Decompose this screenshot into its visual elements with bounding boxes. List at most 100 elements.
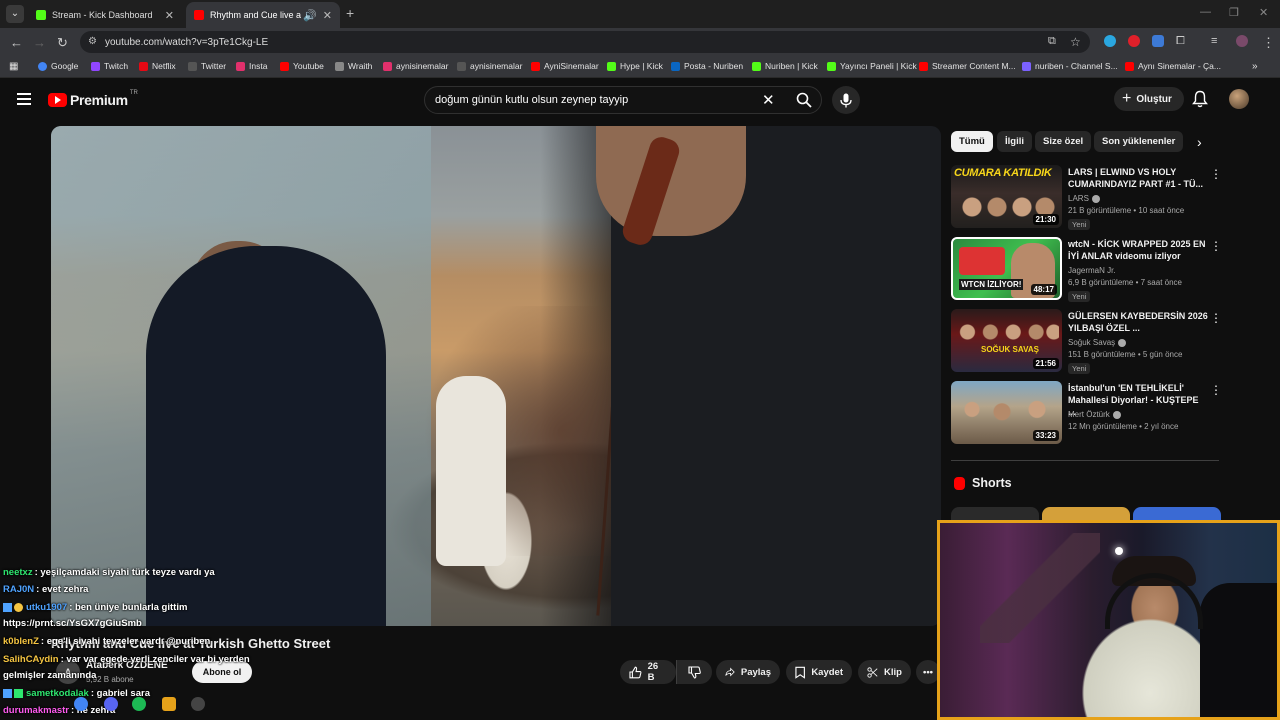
wraith-icon — [335, 61, 344, 71]
discord-icon[interactable] — [104, 697, 118, 711]
chevron-right-icon[interactable]: › — [1197, 134, 1202, 150]
clip-label: Klip — [884, 666, 902, 678]
bookmark-item[interactable]: Insta — [236, 61, 267, 71]
extensions-puzzle-icon[interactable]: ⧠ — [1176, 35, 1185, 48]
forward-icon[interactable]: → — [33, 35, 46, 50]
reload-icon[interactable]: ↻ — [57, 35, 68, 51]
tab-search-icon[interactable]: ⌄ — [6, 5, 24, 23]
video-thumbnail[interactable]: CUMARA KATILDIK 21:30 — [951, 165, 1062, 228]
instagram-icon — [383, 61, 392, 71]
like-button[interactable]: 26 B — [620, 660, 676, 684]
media-controls-icon[interactable]: ≡ — [1211, 35, 1217, 47]
new-tab-icon[interactable]: + — [346, 5, 354, 21]
kick-icon — [607, 61, 616, 71]
close-tab-icon[interactable]: ✕ — [165, 9, 174, 22]
new-badge: Yeni — [1068, 291, 1091, 302]
site-info-icon[interactable]: ⚙ — [88, 36, 97, 47]
bookmark-item[interactable]: Nuriben | Kick — [752, 61, 818, 71]
recommended-video[interactable]: 33:23 İstanbul'un 'EN TEHLİKELİ' Mahalle… — [951, 381, 1222, 445]
video-player[interactable] — [51, 126, 941, 626]
channel-name[interactable]: JagermaN Jr. — [1068, 266, 1116, 275]
address-bar[interactable]: ⚙ youtube.com/watch?v=3pTe1Ckg-LE — [80, 31, 1090, 53]
app-icon[interactable] — [191, 697, 205, 711]
microphone-icon — [840, 93, 852, 107]
bookmark-item[interactable]: Netflix — [139, 61, 176, 71]
bookmark-item[interactable]: Wraith — [335, 61, 372, 71]
chip-recent-uploads[interactable]: Son yüklenenler — [1094, 131, 1184, 152]
webcam-light — [1115, 547, 1123, 555]
create-button[interactable]: + Oluştur — [1114, 87, 1184, 111]
account-avatar[interactable] — [1229, 89, 1249, 109]
chat-message: gelmişler zamanında — [3, 670, 97, 681]
search-button[interactable] — [786, 86, 822, 114]
extension-icon[interactable] — [1128, 35, 1140, 47]
app-icon[interactable] — [162, 697, 176, 711]
more-vertical-icon[interactable]: ⋮ — [1210, 311, 1222, 325]
clear-search-icon[interactable]: ✕ — [762, 91, 775, 109]
bookmark-item[interactable]: Youtube — [280, 61, 324, 71]
channel-name[interactable]: LARS — [1068, 194, 1100, 203]
video-title[interactable]: wtcN - KİCK WRAPPED 2025 EN İYİ ANLAR vi… — [1068, 238, 1208, 262]
maximize-icon[interactable]: ❐ — [1229, 6, 1239, 19]
chrome-icon[interactable] — [74, 697, 88, 711]
more-bookmarks-icon[interactable]: » — [1252, 61, 1258, 72]
share-icon — [725, 667, 735, 677]
extension-icon[interactable] — [1104, 35, 1116, 47]
dislike-button[interactable] — [676, 660, 712, 684]
channel-name[interactable]: Soğuk Savaş — [1068, 338, 1127, 347]
youtube-premium-logo[interactable]: Premium TR — [48, 90, 138, 108]
video-thumbnail[interactable]: SOĞUK SAVAŞ 21:56 — [951, 309, 1062, 372]
browser-toolbar: ← → ↻ ⚙ youtube.com/watch?v=3pTe1Ckg-LE … — [0, 28, 1280, 56]
more-vertical-icon[interactable]: ⋮ — [1210, 383, 1222, 397]
bookmark-item[interactable]: aynisinemalar — [457, 61, 522, 71]
bookmark-item[interactable]: Yayıncı Paneli | Kick — [827, 61, 917, 71]
bookmark-item[interactable]: Streamer Content M... — [919, 61, 1016, 71]
bookmark-item[interactable]: AyniSinemalar — [531, 61, 599, 71]
more-vertical-icon[interactable]: ⋮ — [1210, 167, 1222, 181]
profile-icon[interactable] — [1236, 35, 1248, 47]
tab-kick-dashboard[interactable]: Stream - Kick Dashboard ✕ — [28, 2, 182, 28]
shield-extension-icon[interactable] — [1152, 35, 1164, 47]
save-button[interactable]: Kaydet — [786, 660, 852, 684]
recommended-video[interactable]: WTCN İZLİYOR! 48:17 wtcN - KİCK WRAPPED … — [951, 237, 1222, 302]
chip-related[interactable]: İlgili — [997, 131, 1032, 152]
speaker-icon[interactable]: 🔊 — [303, 9, 317, 22]
notifications-button[interactable] — [1192, 90, 1208, 113]
bookmark-item[interactable]: Google — [38, 61, 78, 71]
more-vertical-icon[interactable]: ⋮ — [1210, 239, 1222, 253]
chat-badge-icon — [3, 688, 12, 698]
recommended-video[interactable]: CUMARA KATILDIK 21:30 LARS | ELWIND VS H… — [951, 165, 1222, 230]
video-thumbnail[interactable]: 33:23 — [951, 381, 1062, 444]
chip-for-you[interactable]: Size özel — [1035, 131, 1092, 152]
back-icon[interactable]: ← — [10, 35, 23, 50]
channel-name[interactable]: Mert Öztürk — [1068, 410, 1121, 419]
cast-icon[interactable]: ⧉ — [1048, 35, 1056, 48]
minimize-icon[interactable]: — — [1200, 6, 1211, 18]
bookmark-item[interactable]: nuriben - Channel S... — [1022, 61, 1118, 71]
video-title[interactable]: LARS | ELWIND VS HOLY CUMARINDAYIZ PART … — [1068, 166, 1208, 190]
bookmark-item[interactable]: Posta - Nuriben — [671, 61, 743, 71]
clip-button[interactable]: Klip — [858, 660, 911, 684]
chip-all[interactable]: Tümü — [951, 131, 993, 152]
bookmark-star-icon[interactable]: ☆ — [1070, 35, 1081, 49]
video-title[interactable]: GÜLERSEN KAYBEDERSİN 2026 YILBAŞI ÖZEL .… — [1068, 310, 1208, 334]
webcam-chair — [1200, 583, 1277, 717]
video-thumbnail[interactable]: WTCN İZLİYOR! 48:17 — [951, 237, 1062, 300]
close-tab-icon[interactable]: ✕ — [323, 9, 332, 22]
bookmark-item[interactable]: Aynı Sinemalar - Ça... — [1125, 61, 1221, 71]
apps-grid-icon[interactable]: ▦ — [9, 61, 18, 72]
bookmark-item[interactable]: Twitch — [91, 61, 128, 71]
guide-menu-icon[interactable] — [17, 93, 31, 105]
spotify-icon[interactable] — [132, 697, 146, 711]
recommended-video[interactable]: SOĞUK SAVAŞ 21:56 GÜLERSEN KAYBEDERSİN 2… — [951, 309, 1222, 374]
browser-menu-icon[interactable]: ⋮ — [1262, 35, 1275, 51]
window-close-icon[interactable]: ✕ — [1259, 6, 1268, 19]
tab-youtube-video[interactable]: Rhythm and Cue live at Turk 🔊 ✕ — [186, 2, 340, 28]
bookmark-item[interactable]: Twitter — [188, 61, 226, 71]
share-button[interactable]: Paylaş — [716, 660, 780, 684]
bookmark-item[interactable]: Hype | Kick — [607, 61, 663, 71]
chat-message: SalihCAydin: var var egede yerli zencile… — [3, 654, 250, 665]
voice-search-button[interactable] — [832, 86, 860, 114]
bookmark-item[interactable]: aynisinemalar — [383, 61, 448, 71]
video-duration: 21:30 — [1032, 214, 1059, 225]
